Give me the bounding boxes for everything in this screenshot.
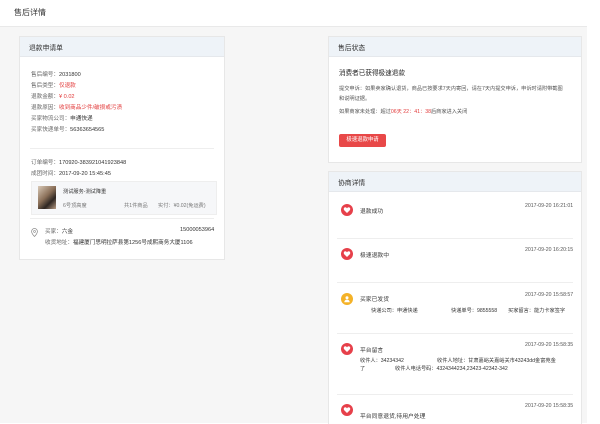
negotiation-title: 协商详情 (338, 180, 366, 187)
buyer-remark: 买家留言：能力卡家签字 (508, 308, 566, 314)
field-refund-reason: 退款原因：收到商品少件/破损或污渍 (31, 105, 123, 111)
fast-refund-button[interactable]: 极速退款申请 (339, 134, 386, 147)
buyer-phone: 15000053964 (180, 227, 215, 233)
right-gutter (587, 26, 600, 423)
timeline-divider (337, 282, 573, 283)
after-sale-status-title: 售后状态 (338, 45, 366, 52)
timeline-time: 2017-09-20 15:58:57 (525, 292, 574, 298)
after-sale-status-header: 售后状态 (329, 37, 581, 57)
refund-application-panel: 退款申请单 售后编号：2031800 售后类型：仅退款 退款金额：¥ 0.02 … (19, 36, 225, 260)
field-refund-amount: 退款金额：¥ 0.02 (31, 94, 75, 100)
product-name[interactable]: 测试服务-测试降重 (63, 188, 106, 195)
timeline-item: 极速退款中 2017-09-20 16:20:15 (329, 245, 581, 285)
order-number: 订单编号：170920-383921041923848 (31, 160, 127, 166)
top-bar: 售后详情 (0, 0, 600, 27)
timeline-time: 2017-09-20 16:20:15 (525, 247, 574, 253)
product-card[interactable]: 测试服务-测试降重 6号顶高度 共1件商品 实付：¥0.02(免运费) (31, 181, 217, 215)
express-company: 快递公司：申通快递 (371, 308, 418, 314)
status-description: 提交申诉：如果卖家确认退货，商品已按要求7天内寄回，请在7天内提交申诉，申诉时请… (339, 86, 563, 92)
timeline-title: 平台同意退货,待用户处理 (360, 414, 426, 420)
shipping-address: 收货地址：福建厦门思明拉萨县第1256号成熙商务大厦1106 (45, 240, 193, 246)
timeline-divider (337, 238, 573, 239)
buyer-name: 买家：六金 (45, 229, 73, 235)
negotiation-panel: 协商详情 退款成功 2017-09-20 16:21:01 极速退款中 2017… (328, 171, 582, 424)
timeline-divider (337, 333, 573, 334)
product-paid: 实付：¥0.02(免运费) (158, 203, 206, 209)
page: 售后详情 退款申请单 售后编号：2031800 售后类型：仅退款 退款金额：¥ … (0, 0, 600, 424)
product-thumbnail[interactable] (38, 186, 56, 209)
receiver-address: 收件人地址：甘肃嘉峪关嘉峪关市43243dd金富苑金 (437, 358, 556, 364)
divider (30, 218, 214, 219)
field-after-sale-type: 售后类型：仅退款 (31, 83, 76, 89)
field-buyer-logistics: 买家物流公司：申通快递 (31, 116, 93, 122)
receiver-address-cont: 了 (360, 366, 366, 372)
location-pin-icon (31, 228, 38, 239)
product-count: 共1件商品 (124, 203, 148, 209)
timeline-item: 平台同意退货,待用户处理 2017-09-20 15:58:35 (329, 401, 581, 424)
divider (30, 148, 214, 149)
timeline-title: 买家已发货 (360, 297, 389, 303)
heart-icon (341, 404, 353, 416)
express-no: 快递单号：9855558 (451, 308, 498, 314)
field-buyer-tracking-no: 买家快递单号：56363654565 (31, 127, 105, 133)
timeline-title: 平台留言 (360, 348, 384, 354)
status-description-2: 和说明证据。 (339, 96, 371, 102)
receiver-phone: 收件人电话号码：4324344234,23423-42342-342 (395, 366, 508, 372)
negotiation-header: 协商详情 (329, 172, 581, 192)
refund-application-header: 退款申请单 (20, 37, 224, 57)
timeline-title: 退款成功 (360, 209, 384, 215)
timeline-time: 2017-09-20 16:21:01 (525, 203, 574, 209)
page-title: 售后详情 (14, 8, 46, 17)
deal-time: 成团时间：2017-09-20 15:45:45 (31, 171, 111, 177)
timeline-item: 买家已发货 2017-09-20 15:58:57 快递公司：申通快递 快递单号… (329, 290, 581, 330)
field-after-sale-no: 售后编号：2031800 (31, 72, 81, 78)
refund-application-title: 退款申请单 (29, 45, 63, 52)
timeline-item: 退款成功 2017-09-20 16:21:01 (329, 201, 581, 241)
heart-icon (341, 343, 353, 355)
product-spec: 6号顶高度 (63, 203, 87, 209)
heart-icon (341, 248, 353, 260)
after-sale-status-panel: 售后状态 消费者已获得极速退款 提交申诉：如果卖家确认退货，商品已按要求7天内寄… (328, 36, 582, 163)
timeline-divider (337, 394, 573, 395)
timeline-time: 2017-09-20 15:58:35 (525, 342, 574, 348)
status-title: 消费者已获得极速退款 (339, 70, 405, 77)
heart-icon (341, 204, 353, 216)
timeline-title: 极速退款中 (360, 253, 389, 259)
person-icon (341, 293, 353, 305)
receiver: 收件人：34234342 (360, 358, 404, 364)
timeline-time: 2017-09-20 15:58:35 (525, 403, 574, 409)
status-countdown: 如果商家未处理：超过06天 22：41：38后商家进入关闭 (339, 109, 468, 115)
timeline-item: 平台留言 2017-09-20 15:58:35 收件人：34234342 收件… (329, 340, 581, 384)
